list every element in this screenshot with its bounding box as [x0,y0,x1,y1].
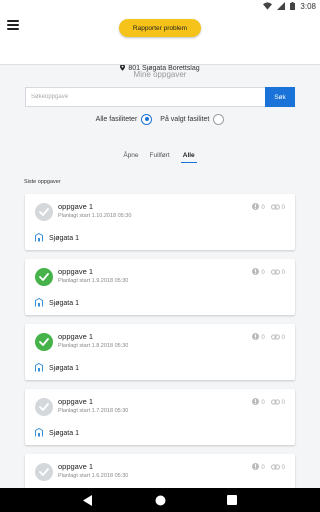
task-location: Sjøgata 1 [35,232,79,244]
header-divider [0,64,320,65]
task-location: Sjøgata 1 [35,297,79,309]
home-icon[interactable] [153,493,167,507]
battery-icon [290,2,296,10]
search-button[interactable]: Søk [265,87,295,107]
search-input[interactable] [25,87,265,107]
building-icon [35,232,43,244]
status-bar: 3:08 [0,0,320,12]
task-counts: 00 [252,203,285,212]
issue-count: 0 [261,334,265,341]
task-title: oppgave 1 [58,332,94,341]
location-name: Sjøgata 1 [49,430,79,437]
pending-check-icon[interactable] [35,203,53,221]
radio-button[interactable] [213,114,225,125]
link-count: 0 [281,464,285,471]
issue-icon [252,398,260,407]
task-title: oppgave 1 [58,202,94,211]
completed-check-icon[interactable] [35,333,53,351]
menu-icon[interactable] [7,20,19,30]
location-name: Sjøgata 1 [49,235,79,242]
task-counts: 00 [252,398,285,407]
tab-open[interactable]: Åpne [123,152,138,163]
pending-check-icon[interactable] [35,398,53,416]
location-name: Sjøgata 1 [49,300,79,307]
task-location: Sjøgata 1 [35,427,79,439]
task-planned-start: Planlagt start 1.10.2018 05:30 [58,213,132,219]
link-count: 0 [281,204,285,211]
system-nav-bar [0,488,320,512]
location-name: Sjøgata 1 [49,365,79,372]
issue-icon [252,203,260,212]
link-icon [270,333,280,342]
issue-icon [252,268,260,277]
tab-completed[interactable]: Fullført [150,152,170,163]
task-card[interactable]: oppgave 1 Planlagt start 1.7.2018 05:30 0 0… [25,389,295,445]
task-planned-start: Planlagt start 1.6.2018 05:30 [58,473,129,479]
app-header: Rapporter problem 801 Sjøgata Borettslag [0,12,320,72]
search-bar: Søk [25,87,295,107]
link-icon [270,203,280,212]
task-title: oppgave 1 [58,267,94,276]
report-problem-button[interactable]: Rapporter problem [119,19,201,37]
filter-all-facilities[interactable]: Alle fasiliteter [96,114,153,125]
task-card[interactable]: oppgave 1 Planlagt start 1.10.2018 05:30 0… [25,194,295,250]
facility-filter: Alle fasiliteter På valgt fasilitet [0,114,320,125]
cell-signal-icon [277,2,286,10]
task-counts: 00 [252,333,285,342]
link-count: 0 [281,269,285,276]
issue-icon [252,463,260,472]
building-icon [35,427,43,439]
radio-button-selected[interactable] [141,114,153,125]
filter-selected-facility[interactable]: På valgt fasilitet [160,114,225,125]
building-icon [35,362,43,374]
wifi-icon [263,2,273,10]
task-counts: 00 [252,463,285,472]
building-icon [35,297,43,309]
task-title: oppgave 1 [58,462,94,471]
link-icon [270,398,280,407]
task-tabs: Åpne Fullført Alle [0,152,320,163]
task-card[interactable]: oppgave 1 Planlagt start 1.8.2018 05:30 0 0… [25,324,295,380]
status-time: 3:08 [300,1,316,11]
issue-count: 0 [261,399,265,406]
link-icon [270,268,280,277]
link-icon [270,463,280,472]
page-title: Mine oppgaver [133,70,187,79]
task-location: Sjøgata 1 [35,362,79,374]
task-card[interactable]: oppgave 1 Planlagt start 1.9.2018 05:30 0 0… [25,259,295,315]
task-planned-start: Planlagt start 1.8.2018 05:30 [58,343,129,349]
task-title: oppgave 1 [58,397,94,406]
back-icon[interactable] [81,493,95,507]
filter-label: På valgt fasilitet [160,116,210,123]
issue-count: 0 [261,464,265,471]
recents-icon[interactable] [225,493,239,507]
section-title: Siste oppgaver [24,179,61,185]
issue-icon [252,333,260,342]
task-planned-start: Planlagt start 1.9.2018 05:30 [58,278,129,284]
tab-all[interactable]: Alle [180,152,197,163]
link-count: 0 [281,334,285,341]
issue-count: 0 [261,269,265,276]
completed-check-icon[interactable] [35,268,53,286]
issue-count: 0 [261,204,265,211]
pending-check-icon[interactable] [35,463,53,481]
task-counts: 00 [252,268,285,277]
filter-label: Alle fasiliteter [95,116,138,123]
link-count: 0 [281,399,285,406]
task-planned-start: Planlagt start 1.7.2018 05:30 [58,408,129,414]
